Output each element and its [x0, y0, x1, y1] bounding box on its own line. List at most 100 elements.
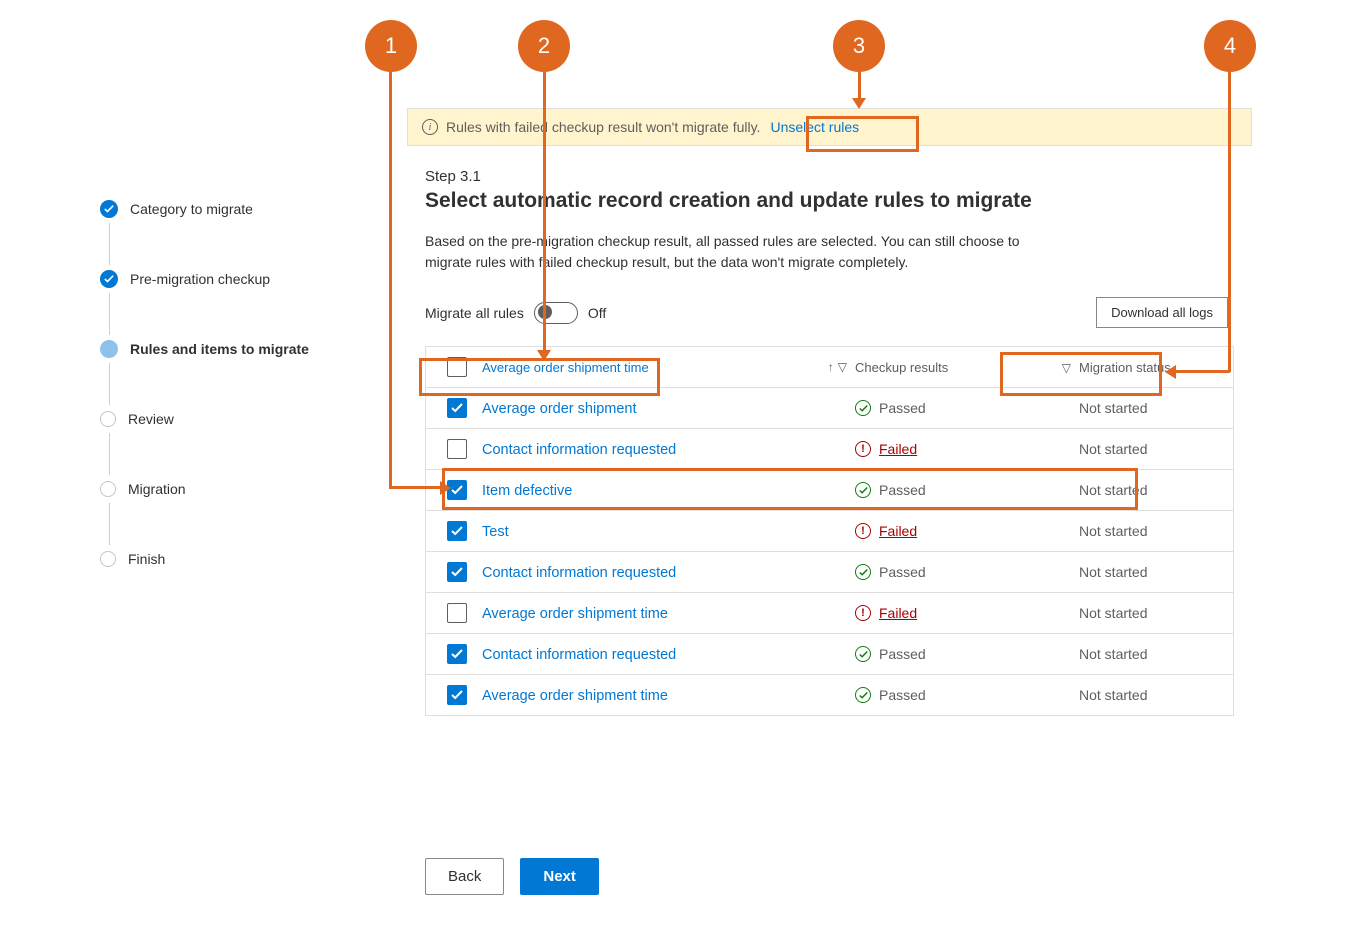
rule-name-link[interactable]: Average order shipment [482, 401, 637, 417]
migration-status: Not started [1079, 687, 1219, 703]
failed-icon: ! [855, 523, 871, 539]
future-step-icon [100, 411, 116, 427]
filter-icon[interactable]: ▽ [1062, 361, 1071, 375]
failed-icon: ! [855, 605, 871, 621]
step-label: Rules and items to migrate [130, 341, 309, 357]
rule-name-link[interactable]: Contact information requested [482, 565, 676, 581]
main-panel: i Rules with failed checkup result won't… [407, 108, 1252, 726]
step-category[interactable]: Category to migrate [100, 195, 360, 223]
callout-line [389, 72, 392, 488]
result-link[interactable]: Failed [879, 523, 917, 539]
rules-table: Average order shipment time ↑ ▽ Checkup … [425, 346, 1234, 716]
migration-status: Not started [1079, 523, 1219, 539]
rule-name-link[interactable]: Contact information requested [482, 647, 676, 663]
table-row[interactable]: Item defective Passed Not started [426, 469, 1233, 510]
column-header-name[interactable]: Average order shipment time [482, 360, 795, 375]
callout-arrow-icon [537, 350, 551, 361]
step-review[interactable]: Review [100, 405, 360, 433]
info-bar: i Rules with failed checkup result won't… [407, 108, 1252, 146]
migration-status: Not started [1079, 646, 1219, 662]
step-finish[interactable]: Finish [100, 545, 360, 573]
row-checkbox[interactable] [447, 398, 467, 418]
callout-line [389, 486, 441, 489]
row-checkbox[interactable] [447, 439, 467, 459]
table-row[interactable]: Average order shipmentPassedNot started [426, 387, 1233, 428]
result-text: Passed [879, 646, 926, 662]
callout-arrow-icon [440, 481, 451, 495]
callout-marker-2: 2 [518, 20, 570, 72]
migration-status: Not started [1079, 441, 1219, 457]
row-checkbox[interactable] [447, 521, 467, 541]
row-checkbox[interactable] [447, 644, 467, 664]
passed-icon [855, 564, 871, 580]
migration-status: Not started [1079, 564, 1219, 580]
filter-icon[interactable]: ▽ [838, 360, 847, 374]
row-checkbox[interactable] [447, 603, 467, 623]
row-checkbox[interactable] [447, 685, 467, 705]
info-icon: i [422, 119, 438, 135]
column-header-results[interactable]: Checkup results [855, 360, 1035, 375]
result-link[interactable]: Failed [879, 441, 917, 457]
passed-icon [855, 646, 871, 662]
wizard-footer: Back Next [425, 858, 599, 895]
callout-arrow-icon [1165, 365, 1176, 379]
migrate-all-toggle-group: Migrate all rules Off [425, 302, 606, 324]
rule-name-link[interactable]: Item defective [482, 483, 572, 499]
callout-line [1228, 72, 1231, 372]
check-icon [100, 200, 118, 218]
next-button[interactable]: Next [520, 858, 599, 895]
column-sort-controls: ↑ ▽ [803, 360, 847, 374]
toggle-state: Off [588, 305, 606, 321]
page-title: Select automatic record creation and upd… [425, 189, 1234, 213]
select-all-checkbox[interactable] [447, 357, 467, 377]
select-all-checkbox-cell [440, 357, 474, 377]
failed-icon: ! [855, 441, 871, 457]
callout-marker-4: 4 [1204, 20, 1256, 72]
migration-status: Not started [1079, 482, 1219, 498]
table-row[interactable]: Average order shipment time Passed Not sta… [426, 674, 1233, 715]
table-row[interactable]: Average order shipment time! Failed Not st… [426, 592, 1233, 633]
result-text: Passed [879, 687, 926, 703]
callout-line [858, 72, 861, 100]
step-rules[interactable]: Rules and items to migrate [100, 335, 360, 363]
table-row[interactable]: Contact information requested Passed Not s… [426, 633, 1233, 674]
result-text: Passed [879, 564, 926, 580]
callout-marker-3: 3 [833, 20, 885, 72]
result-text: Passed [879, 482, 926, 498]
rule-name-link[interactable]: Average order shipment time [482, 606, 668, 622]
result-link[interactable]: Failed [879, 605, 917, 621]
callout-line [543, 72, 546, 352]
step-label: Migration [128, 481, 186, 497]
passed-icon [855, 400, 871, 416]
unselect-rules-link[interactable]: Unselect rules [770, 119, 859, 135]
step-label: Review [128, 411, 174, 427]
wizard-stepper: Category to migrate Pre-migration checku… [100, 195, 360, 573]
page-description: Based on the pre-migration checkup resul… [425, 231, 1065, 273]
step-label: Pre-migration checkup [130, 271, 270, 287]
step-migration[interactable]: Migration [100, 475, 360, 503]
table-row[interactable]: Contact information requested! Failed Not … [426, 428, 1233, 469]
back-button[interactable]: Back [425, 858, 504, 895]
toggle-label: Migrate all rules [425, 305, 524, 321]
step-label: Category to migrate [130, 201, 253, 217]
callout-marker-1: 1 [365, 20, 417, 72]
info-text: Rules with failed checkup result won't m… [446, 119, 760, 135]
sort-ascending-icon[interactable]: ↑ [828, 360, 834, 374]
rule-name-link[interactable]: Average order shipment time [482, 688, 668, 704]
row-checkbox[interactable] [447, 562, 467, 582]
result-text: Passed [879, 400, 926, 416]
step-label: Finish [128, 551, 165, 567]
passed-icon [855, 687, 871, 703]
download-logs-button[interactable]: Download all logs [1096, 297, 1228, 328]
check-icon [100, 270, 118, 288]
future-step-icon [100, 551, 116, 567]
callout-arrow-icon [852, 98, 866, 109]
migrate-all-toggle[interactable] [534, 302, 578, 324]
migration-status: Not started [1079, 605, 1219, 621]
table-row[interactable]: Contact information requested Passed Not s… [426, 551, 1233, 592]
rule-name-link[interactable]: Test [482, 524, 509, 540]
step-precheck[interactable]: Pre-migration checkup [100, 265, 360, 293]
rule-name-link[interactable]: Contact information requested [482, 442, 676, 458]
table-row[interactable]: Test! Failed Not started [426, 510, 1233, 551]
step-number: Step 3.1 [425, 168, 1234, 185]
